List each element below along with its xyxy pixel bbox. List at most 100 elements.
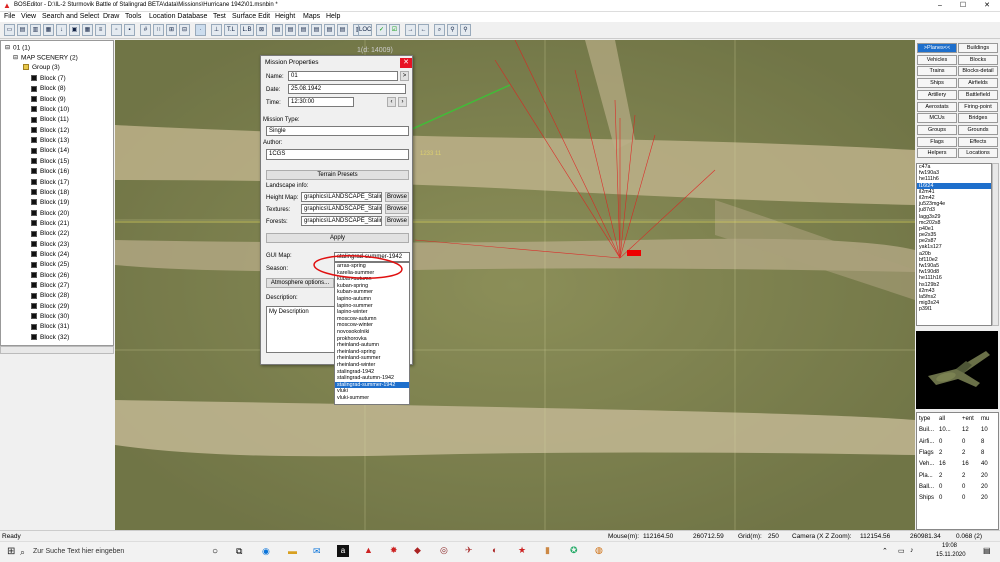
category-button[interactable]: Battlefield: [958, 89, 998, 100]
menu-tools[interactable]: Tools: [125, 13, 141, 20]
tree-block[interactable]: Block (20): [31, 209, 69, 219]
tree-block[interactable]: Block (9): [31, 95, 66, 105]
tool-i-icon[interactable]: ▤: [324, 24, 335, 36]
checkmark-icon[interactable]: ✓: [376, 24, 387, 36]
menu-search-select[interactable]: Search and Select: [42, 13, 99, 20]
menu-file[interactable]: File: [4, 13, 15, 20]
category-button[interactable]: MCUs: [917, 113, 957, 124]
taskbar-clock-time[interactable]: 19:08: [942, 543, 957, 549]
notifications-icon[interactable]: ▤: [983, 546, 991, 555]
edge-icon[interactable]: ◉: [262, 546, 270, 557]
save-as-icon[interactable]: ▦: [43, 24, 54, 36]
app-icon-12[interactable]: ▮: [545, 545, 550, 556]
category-button[interactable]: Flags: [917, 136, 957, 147]
time-prev-button[interactable]: ‹: [387, 97, 396, 107]
cortana-icon[interactable]: ○: [212, 546, 218, 557]
tree-block[interactable]: Block (13): [31, 136, 69, 146]
planes-scrollbar[interactable]: [992, 163, 999, 326]
category-button[interactable]: Firing-point: [958, 101, 998, 112]
textures-input[interactable]: graphics\LANDSCAPE_Stalin: [301, 204, 382, 214]
game-app-icon[interactable]: ✸: [390, 545, 398, 556]
gui-map-option[interactable]: moscow-autumn: [335, 316, 409, 323]
tree-scenery[interactable]: ⊟ MAP SCENERY (2): [13, 53, 78, 63]
map-view[interactable]: 1(d: 14009) 1233 11: [115, 40, 915, 530]
grid-dots-icon[interactable]: ∷: [153, 24, 164, 36]
tree-block[interactable]: Block (28): [31, 291, 69, 301]
tree-scrollbar[interactable]: [0, 346, 114, 354]
category-button[interactable]: Blocks-detail: [958, 66, 998, 77]
category-button[interactable]: Buildings: [958, 43, 998, 53]
tree-block[interactable]: Block (27): [31, 281, 69, 291]
media-app-icon[interactable]: ◎: [440, 545, 448, 556]
menu-test[interactable]: Test: [213, 13, 226, 20]
gui-map-option[interactable]: vluki: [335, 388, 409, 395]
tree-block[interactable]: Block (25): [31, 260, 69, 270]
category-button[interactable]: Blocks: [958, 54, 998, 65]
menu-surface-edit[interactable]: Surface Edit: [232, 13, 270, 20]
tool-j-icon[interactable]: ▤: [337, 24, 348, 36]
gui-map-option[interactable]: kuban-spring: [335, 283, 409, 290]
tree-block[interactable]: Block (15): [31, 157, 69, 167]
mission-tree[interactable]: ⊟ 01 (1) ⊟ MAP SCENERY (2) Group (3) Block (7…: [0, 40, 114, 346]
tool-e-icon[interactable]: ▤: [272, 24, 283, 36]
windows-start-icon[interactable]: ⊞: [7, 546, 15, 557]
mission-type-select[interactable]: Single: [266, 126, 409, 136]
grid-icon[interactable]: ▦: [82, 24, 93, 36]
category-button[interactable]: >Planes<<: [917, 43, 957, 53]
search-icon[interactable]: ⌕: [20, 547, 25, 558]
textures-browse-button[interactable]: Browse: [385, 204, 409, 214]
amazon-icon[interactable]: a: [337, 545, 349, 557]
tool-g-icon[interactable]: ▤: [298, 24, 309, 36]
check-box-icon[interactable]: ☑: [389, 24, 400, 36]
tree-block[interactable]: Block (31): [31, 322, 69, 332]
time-input[interactable]: 12:30:00: [288, 97, 354, 107]
plane-list-item[interactable]: p39l1: [917, 306, 991, 312]
taskbar-search-input[interactable]: Zur Suche Text hier eingeben: [33, 548, 124, 555]
tree-block[interactable]: Block (18): [31, 188, 69, 198]
zoom-in-icon[interactable]: ▪: [124, 24, 135, 36]
tree-block[interactable]: Block (22): [31, 229, 69, 239]
app-icon-14[interactable]: ◍: [595, 545, 603, 556]
tree-block[interactable]: Block (23): [31, 240, 69, 250]
gui-map-option[interactable]: stalingrad-1942: [335, 369, 409, 376]
loc-button[interactable]: LOC: [358, 24, 372, 36]
name-action-button[interactable]: >: [400, 71, 409, 81]
tree-block[interactable]: Block (30): [31, 312, 69, 322]
tree-block[interactable]: Block (17): [31, 178, 69, 188]
time-next-button[interactable]: ›: [398, 97, 407, 107]
tree-block[interactable]: Block (32): [31, 333, 69, 343]
tree-root[interactable]: ⊟ 01 (1): [5, 43, 30, 53]
tree-block[interactable]: Block (12): [31, 126, 69, 136]
zoom-out-icon[interactable]: ▫: [111, 24, 122, 36]
tree-block[interactable]: Block (14): [31, 146, 69, 156]
gui-map-option[interactable]: novosokolniki: [335, 329, 409, 336]
category-button[interactable]: Groups: [917, 124, 957, 135]
category-button[interactable]: Aerostats: [917, 101, 957, 112]
forests-input[interactable]: graphics\LANDSCAPE_Stalin: [301, 216, 382, 226]
task-view-icon[interactable]: ⧉: [236, 546, 242, 557]
expand-icon[interactable]: ⊟: [13, 53, 18, 63]
tool-f-icon[interactable]: ▤: [285, 24, 296, 36]
tree-block[interactable]: Block (29): [31, 302, 69, 312]
tool-a-icon[interactable]: ⊞: [166, 24, 177, 36]
tree-block[interactable]: Block (26): [31, 271, 69, 281]
gui-map-option[interactable]: vluki-summer: [335, 395, 409, 402]
tree-block[interactable]: Block (19): [31, 198, 69, 208]
date-input[interactable]: 25.08.1942: [288, 84, 406, 94]
volume-icon[interactable]: ♪: [910, 547, 914, 554]
gui-map-option[interactable]: lapino-winter: [335, 309, 409, 316]
forests-browse-button[interactable]: Browse: [385, 216, 409, 226]
tray-chevron-icon[interactable]: ⌃: [882, 547, 888, 555]
gui-map-option[interactable]: rheinland-summer: [335, 355, 409, 362]
category-button[interactable]: Grounds: [958, 124, 998, 135]
network-icon[interactable]: ▭: [898, 547, 905, 555]
zoom-icon[interactable]: ⌕: [434, 24, 445, 36]
category-button[interactable]: Bridges: [958, 113, 998, 124]
apply-button[interactable]: Apply: [266, 233, 409, 243]
category-button[interactable]: Artillery: [917, 89, 957, 100]
new-icon[interactable]: ▭: [4, 24, 15, 36]
arrow-right-icon[interactable]: →: [405, 24, 416, 36]
layers-icon[interactable]: ≡: [95, 24, 106, 36]
taskbar-clock-date[interactable]: 15.11.2020: [936, 552, 966, 558]
gui-map-option[interactable]: rheinland-autumn: [335, 342, 409, 349]
